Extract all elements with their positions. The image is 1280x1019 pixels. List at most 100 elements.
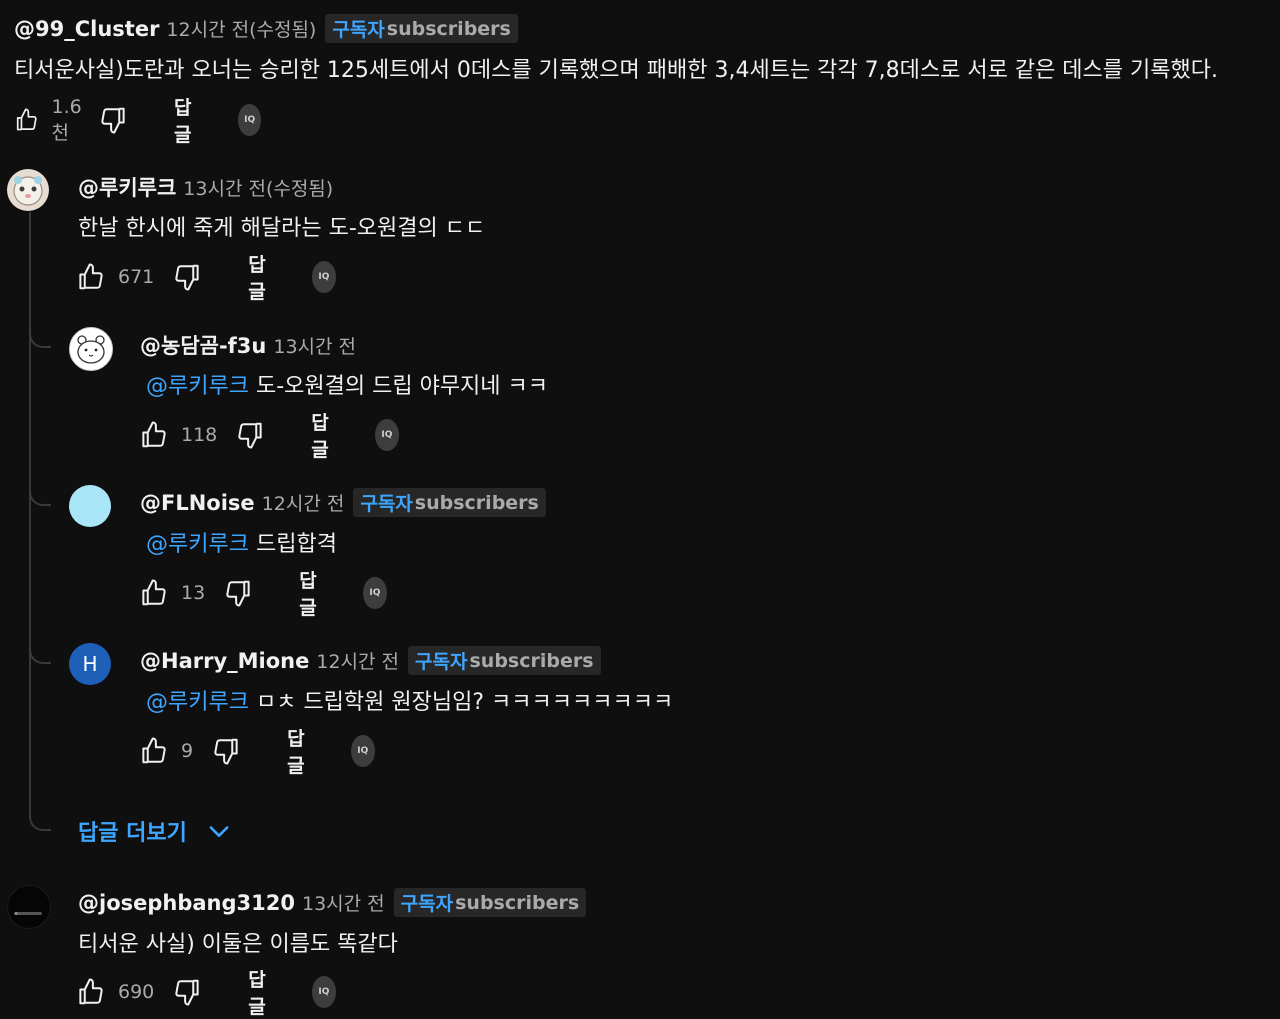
mention-link[interactable]: @루키루크 [146, 690, 249, 715]
dislike-button[interactable] [98, 105, 128, 135]
comment-text: @루키루크 ㅁㅊ 드립학원 원장님임? ㅋㅋㅋㅋㅋㅋㅋㅋㅋ [146, 684, 673, 716]
comment-text: @루키루크 도-오원결의 드립 야무지네 ㅋㅋ [146, 368, 548, 400]
mention-link[interactable]: @루키루크 [146, 374, 249, 399]
iq-icon[interactable]: IQ [363, 577, 387, 609]
thumbs-down-icon [238, 422, 262, 449]
comment-actions: 1.6천 답글 IQ [14, 96, 262, 146]
thumbs-up-icon [16, 108, 37, 131]
thumbs-down-icon [175, 979, 199, 1006]
comment-text: 한날 한시에 죽게 해달라는 도-오원결의 ㄷㄷ [78, 216, 486, 241]
author-name[interactable]: @Harry_Mione [140, 649, 309, 673]
badge-label-ko: 구독자 [415, 651, 468, 673]
comment-time[interactable]: 13시간 전(수정됨) [183, 174, 333, 201]
badge-label-ko: 구독자 [332, 19, 385, 41]
dislike-button[interactable] [223, 578, 253, 608]
like-button[interactable]: 118 [139, 420, 217, 450]
avatar[interactable]: H [69, 643, 111, 685]
like-count: 13 [181, 582, 206, 604]
comment-time[interactable]: 12시간 전 [316, 647, 399, 674]
comment-time[interactable]: 12시간 전(수정됨) [166, 15, 316, 42]
reply-button[interactable]: 답글 [311, 408, 337, 462]
iq-icon[interactable]: IQ [312, 976, 336, 1008]
author-name[interactable]: @99_Cluster [14, 17, 159, 41]
thumbs-up-icon [142, 737, 166, 764]
reply-button[interactable]: 답글 [287, 724, 313, 778]
thumbs-up-icon [79, 263, 103, 290]
like-button[interactable]: 9 [139, 736, 193, 766]
like-button[interactable]: 671 [76, 262, 154, 292]
reply-body: 드립합격 [255, 532, 337, 557]
like-count: 1.6천 [51, 95, 82, 144]
avatar[interactable] [69, 485, 111, 527]
comment-time[interactable]: 12시간 전 [262, 489, 345, 516]
thread-branch [29, 332, 51, 348]
like-count: 9 [181, 740, 194, 762]
avatar-image [14, 911, 42, 916]
iq-icon[interactable]: IQ [312, 261, 336, 293]
like-button[interactable]: 1.6천 [14, 96, 92, 145]
avatar[interactable] [7, 885, 51, 929]
author-name[interactable]: @FLNoise [140, 491, 255, 515]
subscriber-badge: 구독자 subscribers [408, 646, 601, 675]
thumbs-up-icon [79, 978, 103, 1005]
iq-icon[interactable]: IQ [375, 419, 399, 451]
thumbs-down-icon [214, 738, 238, 765]
mention-link[interactable]: @루키루크 [146, 532, 249, 557]
like-button[interactable]: 13 [139, 578, 205, 608]
comment-actions: 118 답글 IQ [139, 412, 399, 461]
subscriber-badge: 구독자 subscribers [353, 488, 546, 517]
badge-label-ko: 구독자 [360, 493, 413, 515]
thumbs-down-icon [101, 107, 125, 134]
badge-label-en: subscribers [469, 649, 594, 672]
like-button[interactable]: 690 [76, 977, 154, 1007]
comment-header: @농담곰-f3u 13시간 전 [140, 330, 356, 360]
comment-header: @josephbang3120 13시간 전 구독자 subscribers [78, 888, 587, 917]
thumbs-down-icon [226, 580, 250, 607]
avatar-image [13, 176, 43, 206]
reply-button[interactable]: 답글 [248, 250, 274, 304]
badge-label-en: subscribers [386, 17, 511, 40]
reply-button[interactable]: 답글 [299, 566, 325, 620]
reply-button[interactable]: 답글 [174, 93, 200, 147]
thumbs-up-icon [142, 579, 166, 606]
avatar-image [77, 335, 105, 364]
author-name[interactable]: @josephbang3120 [78, 891, 295, 915]
comment-actions: 690 답글 IQ [76, 969, 336, 1018]
dislike-button[interactable] [235, 420, 265, 450]
comment-time[interactable]: 13시간 전 [302, 889, 385, 916]
reply-body: 도-오원결의 드립 야무지네 ㅋㅋ [255, 374, 549, 399]
author-name[interactable]: @농담곰-f3u [140, 330, 266, 360]
badge-label-en: subscribers [414, 491, 539, 514]
thread-branch [29, 648, 51, 664]
comment-text: @루키루크 드립합격 [146, 526, 337, 558]
badge-label-ko: 구독자 [400, 893, 454, 915]
dislike-button[interactable] [172, 977, 202, 1007]
chevron-down-icon [209, 826, 229, 837]
thread-branch [29, 490, 51, 506]
comment-header: @99_Cluster 12시간 전(수정됨) 구독자 subscribers [14, 14, 518, 43]
dislike-button[interactable] [172, 262, 202, 292]
subscriber-badge: 구독자 subscribers [325, 14, 518, 43]
avatar-letter: H [82, 652, 98, 676]
reply-body: ㅁㅊ 드립학원 원장님임? ㅋㅋㅋㅋㅋㅋㅋㅋㅋ [255, 690, 674, 715]
author-name[interactable]: @루키루크 [78, 172, 176, 202]
iq-icon[interactable]: IQ [350, 735, 375, 767]
badge-label-en: subscribers [455, 891, 580, 914]
thumbs-down-icon [175, 264, 199, 291]
more-replies-button[interactable]: 답글 더보기 [78, 815, 233, 847]
thumbs-up-icon [142, 421, 166, 448]
comment-header: @Harry_Mione 12시간 전 구독자 subscribers [140, 646, 601, 675]
comment-text: 티서운사실)도란과 오너는 승리한 125세트에서 0데스를 기록했으며 패배한… [14, 58, 1218, 83]
comment-time[interactable]: 13시간 전 [273, 332, 356, 359]
comment-header: @루키루크 13시간 전(수정됨) [78, 172, 333, 202]
thread-line [29, 212, 31, 817]
comment-actions: 671 답글 IQ [76, 254, 336, 303]
reply-button[interactable]: 답글 [248, 965, 274, 1019]
avatar[interactable] [69, 327, 113, 371]
iq-icon[interactable]: IQ [237, 104, 262, 136]
like-count: 118 [181, 424, 218, 446]
dislike-button[interactable] [211, 736, 241, 766]
avatar[interactable] [7, 169, 49, 211]
comment-actions: 9 답글 IQ [139, 728, 375, 777]
like-count: 671 [118, 266, 155, 288]
